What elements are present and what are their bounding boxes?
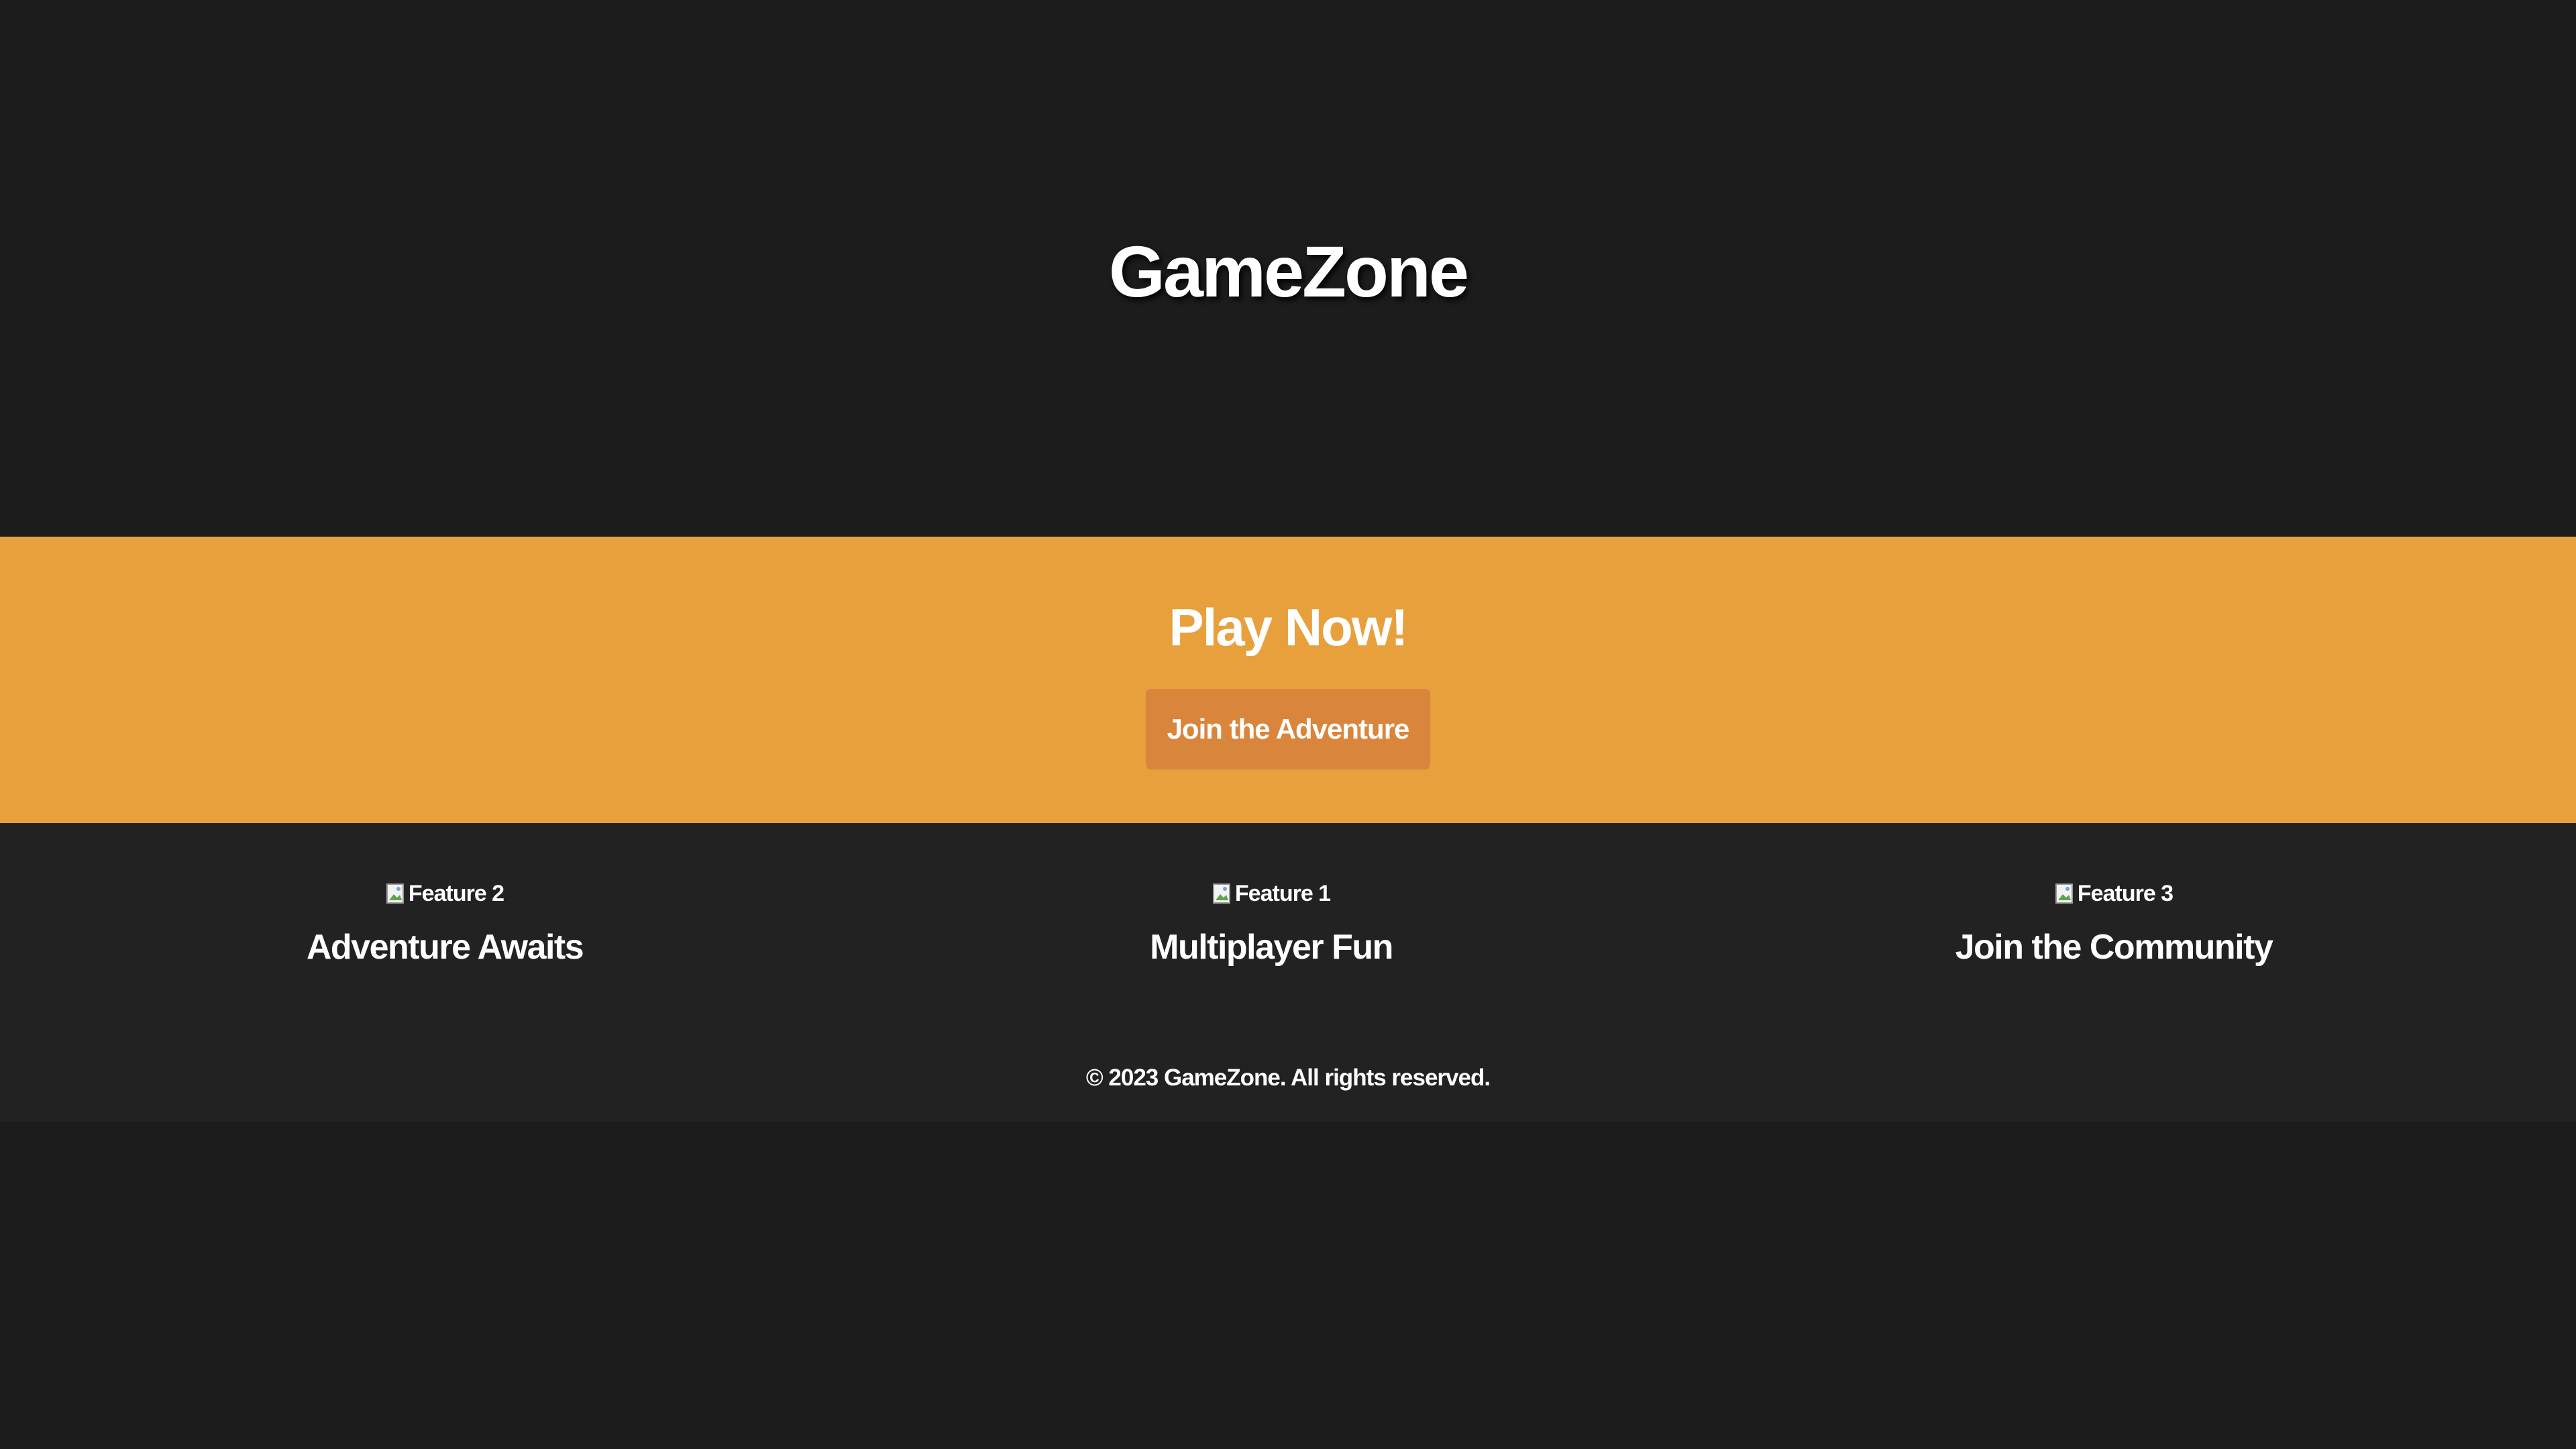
feature-title: Multiplayer Fun [1150, 928, 1393, 967]
play-now-heading: Play Now! [1169, 598, 1409, 657]
site-title: GameZone [1108, 231, 1469, 312]
feature-title: Adventure Awaits [306, 928, 584, 967]
feature-image-alt-text: Feature 1 [1234, 881, 1331, 906]
broken-image-icon [386, 883, 404, 904]
features-section: Feature 2 Adventure Awaits Feature 1 Mul… [0, 823, 2576, 1122]
feature-image-3: Feature 3 [2055, 877, 2174, 910]
broken-image-icon [1212, 883, 1230, 904]
feature-card-multiplayer: Feature 1 Multiplayer Fun [936, 877, 1607, 971]
page: GameZone Play Now! Join the Adventure Fe… [0, 0, 2576, 1449]
join-adventure-button[interactable]: Join the Adventure [1146, 689, 1430, 769]
broken-image-icon [2055, 883, 2073, 904]
feature-card-adventure: Feature 2 Adventure Awaits [109, 877, 780, 971]
feature-image-1: Feature 1 [1212, 877, 1331, 910]
footer-copyright: © 2023 GameZone. All rights reserved. [1085, 1065, 1491, 1091]
feature-card-community: Feature 3 Join the Community [1778, 877, 2449, 971]
feature-image-2: Feature 2 [386, 877, 504, 910]
feature-image-alt-text: Feature 3 [2077, 881, 2174, 906]
feature-title: Join the Community [1955, 928, 2273, 967]
hero-section: GameZone [0, 0, 2576, 537]
feature-image-alt-text: Feature 2 [408, 881, 504, 906]
play-now-section: Play Now! Join the Adventure [0, 537, 2576, 823]
